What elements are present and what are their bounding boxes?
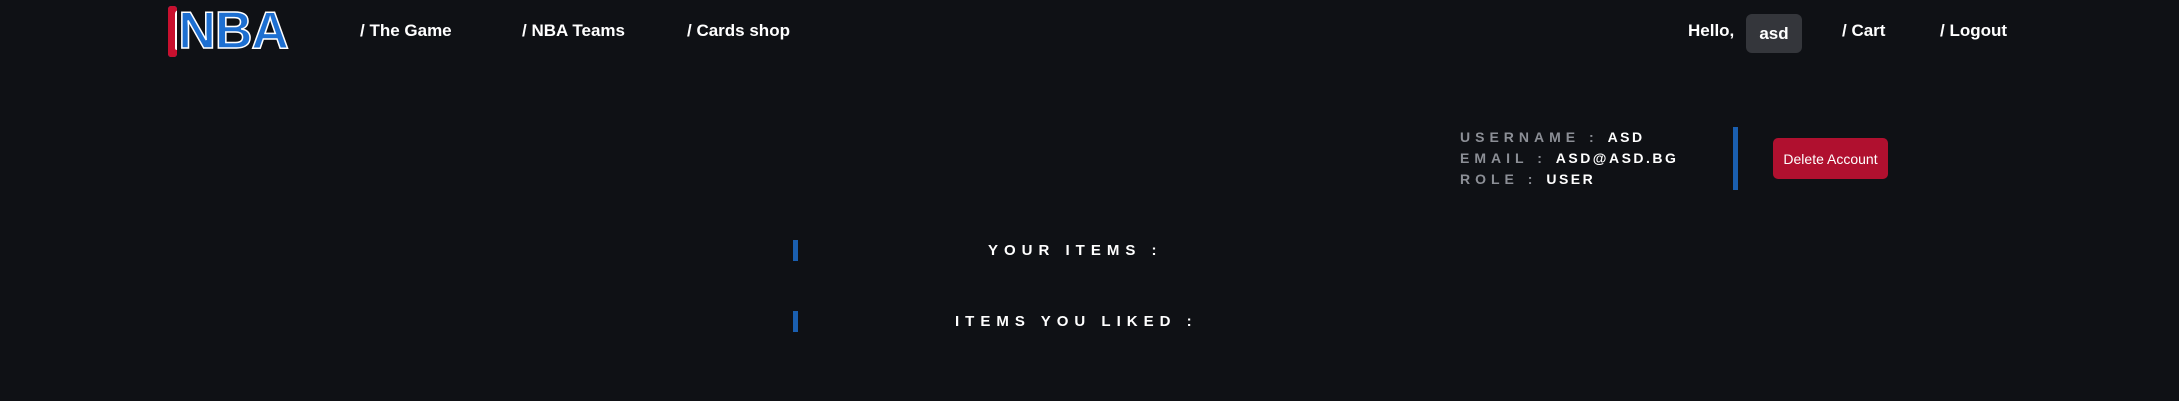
nav-link-logout[interactable]: / Logout [1940, 21, 2007, 41]
profile-divider [1733, 127, 1738, 190]
nav-link-cart[interactable]: / Cart [1842, 21, 1885, 41]
delete-account-button[interactable]: Delete Account [1773, 138, 1888, 179]
nba-logo[interactable]: NBA [168, 2, 290, 60]
role-value: USER [1546, 171, 1596, 187]
username-chip[interactable]: asd [1746, 14, 1802, 53]
nav-link-the-game[interactable]: / The Game [360, 21, 452, 41]
username-value: ASD [1607, 129, 1645, 145]
role-label: ROLE : [1460, 171, 1538, 187]
nav-link-nba-teams[interactable]: / NBA Teams [522, 21, 625, 41]
liked-items-heading: ITEMS YOU LIKED : [955, 313, 1198, 330]
liked-items-accent-bar [793, 311, 798, 332]
email-label: EMAIL : [1460, 150, 1547, 166]
greeting-label: Hello, [1688, 21, 1735, 40]
profile-username-row: USERNAME : ASD [1460, 129, 1645, 145]
nav-link-cards-shop[interactable]: / Cards shop [687, 21, 790, 41]
email-value: ASD@ASD.BG [1555, 150, 1679, 166]
top-nav-bar: NBA / The Game / NBA Teams / Cards shop … [0, 0, 2179, 66]
profile-role-row: ROLE : USER [1460, 171, 1595, 187]
your-items-accent-bar [793, 240, 798, 261]
username-label: USERNAME : [1460, 129, 1599, 145]
your-items-heading: YOUR ITEMS : [988, 242, 1163, 259]
nba-logo-icon [168, 6, 178, 57]
profile-email-row: EMAIL : ASD@ASD.BG [1460, 150, 1678, 166]
nba-logo-text: NBA [178, 2, 290, 60]
